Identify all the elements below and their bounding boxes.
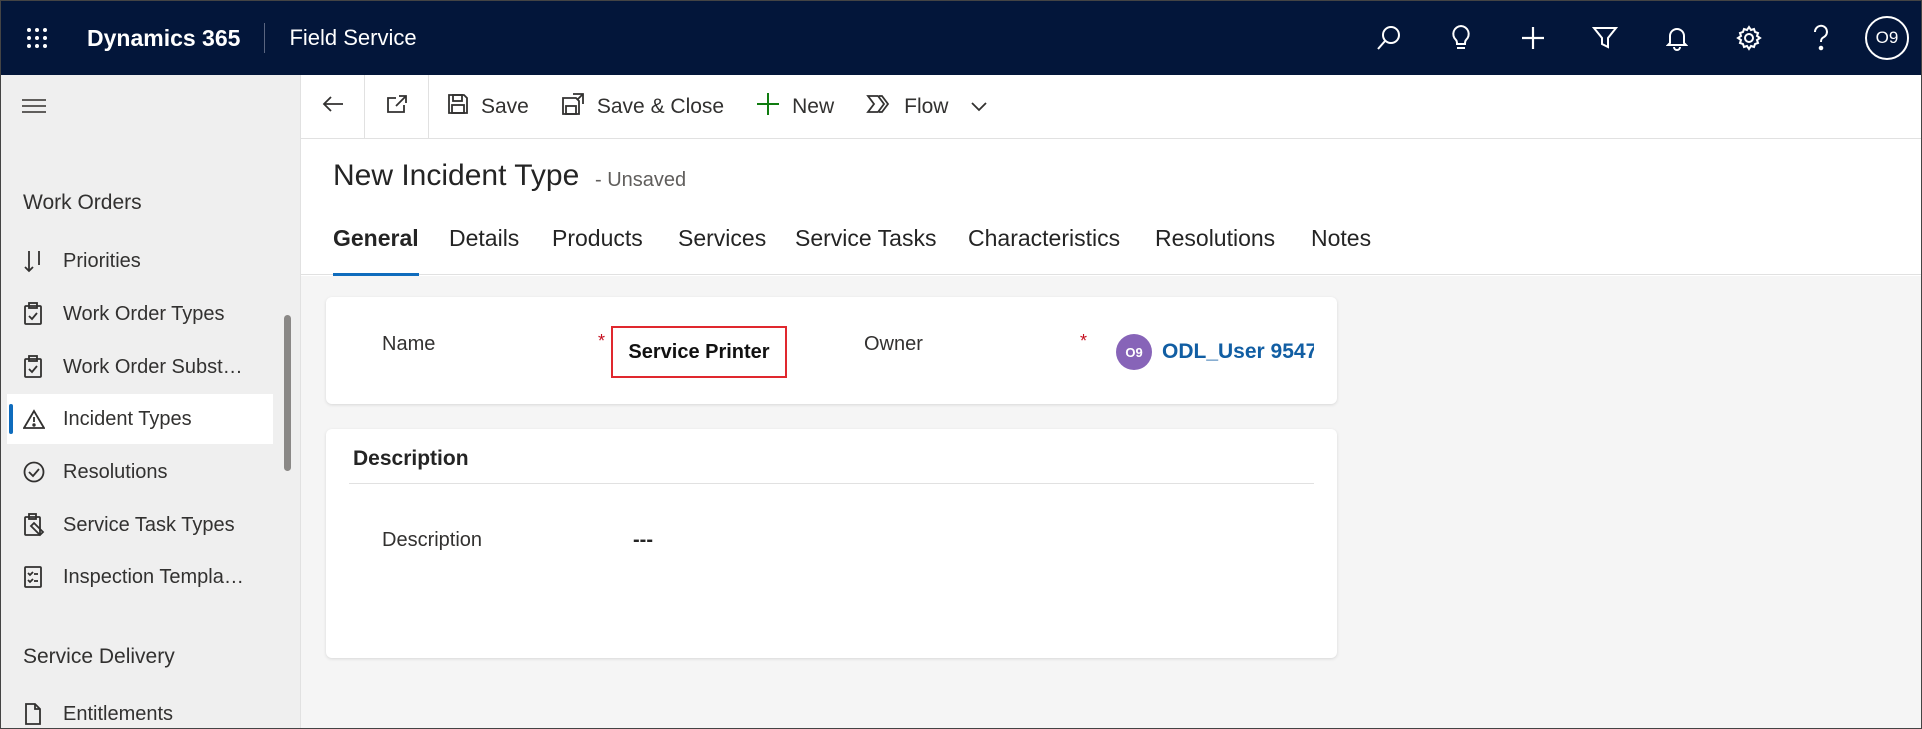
sidebar: Work Orders Priorities Work Order Types … bbox=[1, 75, 301, 728]
checklist-icon bbox=[7, 565, 63, 589]
form-body: Name * Service Printer Owner * O9 ODL_Us… bbox=[301, 276, 1921, 728]
tab-characteristics[interactable]: Characteristics bbox=[968, 225, 1120, 275]
sidebar-item-resolutions[interactable]: Resolutions bbox=[7, 447, 273, 497]
open-in-new-window-button[interactable] bbox=[365, 74, 429, 139]
brand-name[interactable]: Dynamics 365 bbox=[73, 23, 266, 53]
sidebar-item-incident-types[interactable]: Incident Types bbox=[7, 394, 273, 444]
sidebar-item-inspection-templates[interactable]: Inspection Templa… bbox=[7, 552, 273, 602]
bell-icon[interactable] bbox=[1641, 1, 1713, 75]
name-field[interactable]: Service Printer bbox=[611, 326, 787, 378]
owner-avatar: O9 bbox=[1116, 334, 1152, 370]
general-fields-card: Name * Service Printer Owner * O9 ODL_Us… bbox=[326, 297, 1337, 404]
tab-details[interactable]: Details bbox=[449, 225, 519, 275]
tab-services[interactable]: Services bbox=[678, 225, 766, 275]
sidebar-item-label: Resolutions bbox=[63, 460, 168, 483]
document-icon bbox=[7, 702, 63, 726]
new-label: New bbox=[792, 94, 835, 118]
owner-label: Owner bbox=[864, 333, 923, 355]
priority-sort-icon bbox=[7, 249, 63, 273]
hamburger-icon[interactable] bbox=[21, 97, 49, 117]
filter-icon[interactable] bbox=[1569, 1, 1641, 75]
sidebar-item-label: Service Task Types bbox=[63, 513, 235, 536]
search-icon[interactable] bbox=[1353, 1, 1425, 75]
sidebar-item-work-order-types[interactable]: Work Order Types bbox=[7, 289, 273, 339]
warning-icon bbox=[7, 409, 63, 429]
save-icon bbox=[447, 93, 481, 121]
top-bar: Dynamics 365 Field Service O9 bbox=[1, 1, 1921, 75]
description-label: Description bbox=[382, 529, 483, 551]
app-frame: Dynamics 365 Field Service O9 Work Order… bbox=[0, 0, 1922, 729]
page-title: New Incident Type bbox=[333, 159, 580, 192]
tab-resolutions[interactable]: Resolutions bbox=[1155, 225, 1275, 275]
owner-link[interactable]: ODL_User 95476 bbox=[1162, 340, 1314, 364]
name-required-mark: * bbox=[598, 331, 606, 351]
tab-notes[interactable]: Notes bbox=[1311, 225, 1371, 275]
section-divider bbox=[349, 483, 1314, 484]
new-button[interactable]: New bbox=[740, 75, 850, 139]
app-name[interactable]: Field Service bbox=[265, 25, 416, 51]
group-title-service-delivery: Service Delivery bbox=[23, 645, 175, 668]
description-card: Description Description --- bbox=[326, 429, 1337, 658]
task-clipboard-icon bbox=[7, 513, 63, 537]
tab-service-tasks[interactable]: Service Tasks bbox=[795, 225, 936, 275]
sidebar-item-priorities[interactable]: Priorities bbox=[7, 236, 273, 286]
sidebar-item-label: Entitlements bbox=[63, 702, 174, 725]
plus-icon bbox=[756, 92, 792, 122]
top-icons: O9 bbox=[1353, 1, 1921, 75]
chevron-down-icon[interactable] bbox=[970, 101, 1000, 113]
save-and-close-button[interactable]: Save & Close bbox=[545, 75, 740, 139]
app-launcher-icon[interactable] bbox=[1, 1, 73, 75]
gear-icon[interactable] bbox=[1713, 1, 1785, 75]
name-label: Name bbox=[382, 333, 436, 355]
sidebar-item-service-task-types[interactable]: Service Task Types bbox=[7, 500, 273, 550]
description-field[interactable]: --- bbox=[633, 529, 653, 552]
back-button[interactable] bbox=[301, 74, 365, 139]
owner-required-mark: * bbox=[1080, 331, 1088, 351]
sidebar-item-label: Incident Types bbox=[63, 407, 192, 430]
save-close-label: Save & Close bbox=[596, 94, 725, 118]
flow-label: Flow bbox=[904, 94, 949, 118]
section-title-description: Description bbox=[353, 447, 469, 470]
save-button[interactable]: Save bbox=[429, 75, 545, 139]
lightbulb-icon[interactable] bbox=[1425, 1, 1497, 75]
sidebar-item-label: Inspection Templa… bbox=[63, 565, 244, 588]
group-title-work-orders: Work Orders bbox=[23, 191, 142, 214]
sidebar-item-label: Priorities bbox=[63, 249, 141, 272]
help-icon[interactable] bbox=[1785, 1, 1857, 75]
sidebar-item-work-order-substatuses[interactable]: Work Order Subst… bbox=[7, 342, 273, 392]
sidebar-scrollbar[interactable] bbox=[284, 315, 291, 471]
user-avatar[interactable]: O9 bbox=[1865, 16, 1909, 60]
clipboard-icon bbox=[7, 302, 63, 326]
save-close-icon bbox=[561, 92, 597, 122]
popout-icon bbox=[386, 94, 408, 119]
command-bar: Save Save & Close New Flow bbox=[301, 74, 1921, 139]
sidebar-item-label: Work Order Types bbox=[63, 302, 225, 325]
plus-icon[interactable] bbox=[1497, 1, 1569, 75]
save-label: Save bbox=[481, 94, 529, 118]
clipboard-icon bbox=[7, 355, 63, 379]
flow-button[interactable]: Flow bbox=[850, 75, 1016, 139]
form-tabs: General Details Products Services Servic… bbox=[301, 215, 1921, 276]
sidebar-item-label: Work Order Subst… bbox=[63, 355, 243, 378]
sidebar-item-entitlements[interactable]: Entitlements bbox=[7, 689, 273, 728]
tab-general[interactable]: General bbox=[333, 225, 419, 276]
check-circle-icon bbox=[7, 461, 63, 483]
save-status: - Unsaved bbox=[595, 169, 687, 191]
tab-products[interactable]: Products bbox=[552, 225, 643, 275]
back-arrow-icon bbox=[322, 95, 344, 118]
flow-icon bbox=[866, 94, 904, 120]
